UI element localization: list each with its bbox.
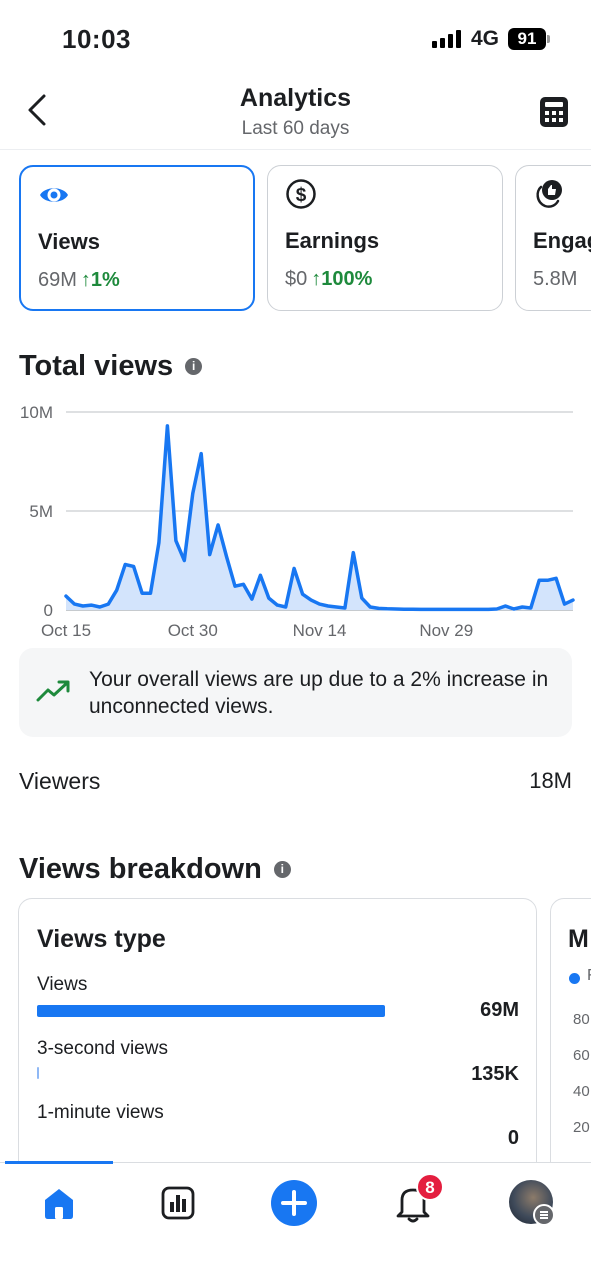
row-label: 1-minute views	[37, 1102, 164, 1123]
eye-icon	[40, 188, 68, 202]
metric-value: $0	[285, 268, 308, 290]
x-tick-label: Oct 30	[168, 621, 218, 640]
tab-insights[interactable]	[154, 1179, 202, 1227]
metric-label: Engag	[533, 228, 591, 253]
viewers-row: Viewers 18M	[19, 768, 572, 800]
metric-value: 5.8M	[533, 268, 578, 290]
metric-label: Earnings	[285, 228, 380, 253]
section-title: Total views	[19, 350, 174, 382]
date-range-subtitle[interactable]: Last 60 days	[0, 118, 591, 140]
tab-bar: 8	[0, 1161, 591, 1280]
metric-card-earnings[interactable]: $ Earnings $0 ↑100%	[267, 165, 503, 311]
viewers-value: 18M	[529, 768, 572, 793]
active-tab-indicator	[5, 1161, 113, 1164]
y-tick-label: 10M	[20, 403, 53, 422]
row-bar	[37, 1067, 39, 1079]
section-title: Views breakdown	[19, 853, 262, 885]
card-title: M	[568, 925, 589, 953]
y-tick-label: 5M	[29, 502, 53, 521]
info-icon[interactable]: i	[273, 861, 291, 878]
card-title: Views type	[37, 925, 166, 953]
metric-label: Views	[38, 229, 100, 254]
x-tick-label: Nov 29	[419, 621, 473, 640]
home-icon	[45, 1189, 73, 1219]
views-chart-svg: 10M 5M 0Oct 15 Oct 30 Nov 14 Nov 29	[20, 403, 575, 640]
legend-dot	[569, 973, 580, 984]
metric-card-engagement[interactable]: Engag 5.8M	[515, 165, 591, 311]
svg-text:$: $	[296, 185, 307, 206]
plus-icon	[271, 1180, 317, 1226]
y-tick-label: 0	[44, 601, 53, 620]
calculator-button[interactable]	[536, 94, 572, 130]
battery-tip	[547, 35, 550, 43]
thumbs-up-icon	[536, 180, 562, 208]
signal-icon	[432, 30, 461, 48]
row-label: 3-second views	[37, 1038, 168, 1059]
x-tick-label: Nov 14	[293, 621, 347, 640]
total-views-heading: Total views i	[19, 350, 203, 383]
series-line	[64, 424, 575, 612]
trending-up-icon	[36, 680, 70, 702]
insight-text: Your overall views are up due to a 2% in…	[89, 668, 549, 718]
menu-icon	[533, 1204, 555, 1226]
metric-change: ↑1%	[80, 269, 120, 291]
notification-badge: 8	[416, 1173, 444, 1201]
row-bar	[37, 1005, 385, 1017]
metric-change: ↑100%	[311, 268, 373, 290]
network-type: 4G	[471, 27, 500, 50]
viewers-label: Viewers	[19, 768, 101, 794]
row-value: 0	[507, 1127, 519, 1149]
row-value: 69M	[480, 999, 519, 1021]
metric-card-views[interactable]: Views 69M ↑1%	[19, 165, 255, 311]
y-tick-label: 20	[573, 1119, 590, 1136]
y-tick-label: 80	[573, 1011, 590, 1028]
status-bar: 10:03 4G 91	[0, 0, 591, 72]
tab-create[interactable]	[270, 1179, 318, 1227]
insight-banner: Your overall views are up due to a 2% in…	[19, 648, 572, 737]
tab-home[interactable]	[35, 1179, 83, 1227]
status-time: 10:03	[62, 24, 131, 54]
metric-value-row: 69M ↑1%	[38, 269, 120, 292]
row-value: 135K	[471, 1063, 519, 1085]
views-type-card[interactable]: Views type Views 69M 3-second views 135K…	[18, 898, 537, 1163]
bar-chart-icon	[161, 1186, 195, 1220]
views-breakdown-heading: Views breakdown i	[19, 853, 291, 886]
battery-icon: 91	[508, 28, 546, 50]
breakdown-card-partial[interactable]: M F 80 60 40 20	[550, 898, 591, 1163]
dollar-icon: $	[286, 179, 316, 209]
area-fill	[66, 425, 573, 610]
breakdown-cards: Views type Views 69M 3-second views 135K…	[0, 898, 591, 1163]
metric-value-row: $0 ↑100%	[285, 268, 372, 291]
metric-cards: Views 69M↑1% $ Earnings $0↑100% Engag 5.…	[0, 165, 591, 315]
page-title: Analytics	[239, 84, 352, 112]
row-label: Views	[37, 974, 88, 995]
y-tick-label: 60	[573, 1047, 590, 1064]
x-tick-label: Oct 15	[41, 621, 91, 640]
legend-label: F	[587, 967, 591, 985]
calculator-icon	[540, 97, 568, 127]
metric-value: 69M	[38, 269, 77, 291]
metric-value-row: 5.8M	[533, 268, 577, 291]
total-views-chart: 10M 5M 0 Oct 15 Oct 30 Nov 14 Nov 29	[0, 395, 591, 645]
info-icon[interactable]: i	[185, 358, 203, 375]
header: Analytics Last 60 days	[0, 78, 591, 150]
y-tick-label: 40	[573, 1083, 590, 1100]
